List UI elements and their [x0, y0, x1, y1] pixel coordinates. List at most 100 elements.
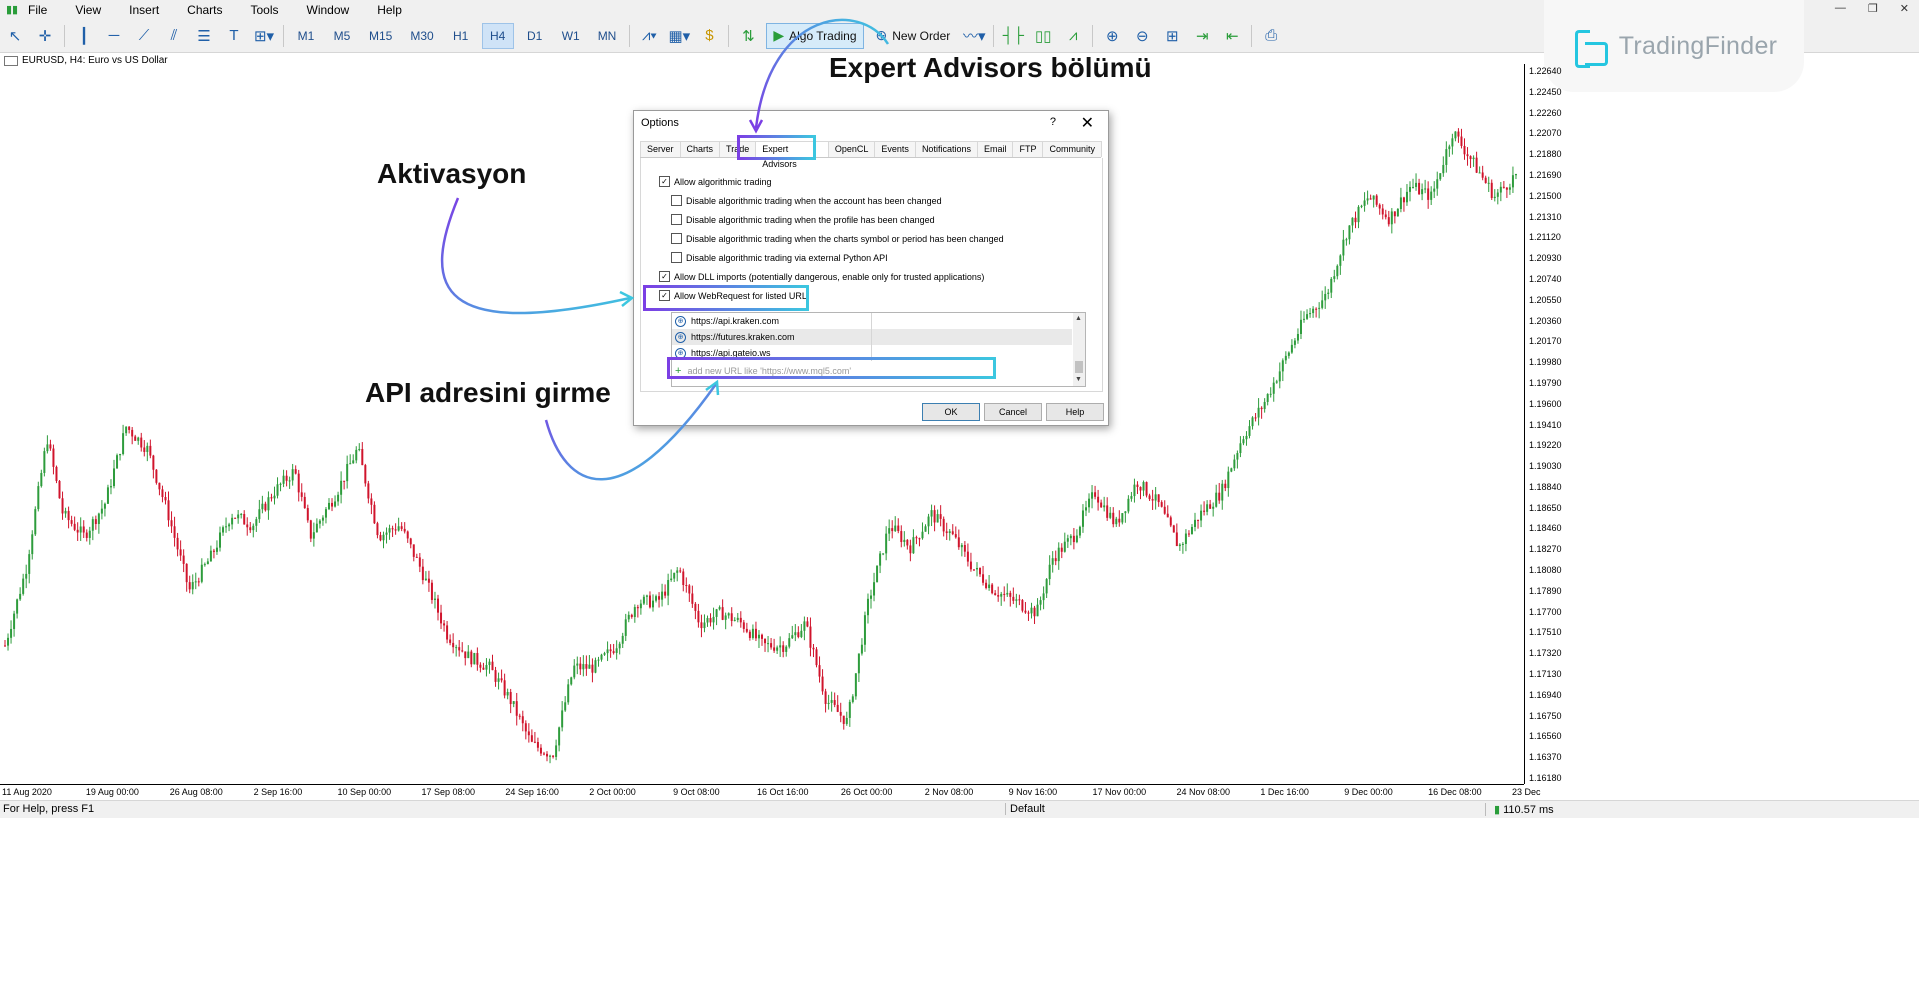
candle-body — [1209, 504, 1212, 509]
cancel-button[interactable]: Cancel — [984, 403, 1042, 421]
candle-body — [64, 510, 67, 514]
url-text: https://api.kraken.com — [691, 316, 780, 326]
checkbox-unchecked[interactable] — [671, 252, 682, 263]
menu-view[interactable]: View — [75, 3, 101, 17]
checkbox-unchecked[interactable] — [671, 214, 682, 225]
tab-opencl[interactable]: OpenCL — [827, 141, 876, 157]
timeframe-h4[interactable]: H4 — [481, 22, 514, 49]
minimize-icon[interactable]: — — [1835, 2, 1846, 15]
candlestick-chart-icon[interactable]: ▯▯ — [1031, 24, 1055, 48]
price-axis[interactable]: 1.22640 1.22450 1.22260 1.22070 1.21880 1.216… — [1524, 64, 1569, 784]
fibonacci-icon[interactable]: ☰ — [192, 24, 216, 48]
menu-file[interactable]: File — [28, 3, 47, 17]
url-list-scrollbar[interactable]: ▲ ▼ — [1073, 313, 1085, 386]
candle-body — [1390, 211, 1393, 225]
menu-help[interactable]: Help — [377, 3, 402, 17]
tab-events[interactable]: Events — [874, 141, 916, 157]
zoom-in-icon[interactable]: ⊕ — [1100, 24, 1124, 48]
timeframe-m1[interactable]: M1 — [291, 24, 321, 48]
templates-icon[interactable]: ▦▾ — [667, 24, 691, 48]
trendline-icon[interactable]: ⟋ — [132, 24, 156, 48]
url-row[interactable]: ⊕ https://futures.kraken.com — [672, 329, 1072, 345]
candle-body — [845, 717, 848, 724]
tab-charts[interactable]: Charts — [679, 141, 721, 157]
option-disable-python-api[interactable]: Disable algorithmic trading via external… — [671, 252, 888, 263]
vertical-line-icon[interactable]: ┃ — [72, 24, 96, 48]
menu-charts[interactable]: Charts — [187, 3, 222, 17]
line-chart-icon[interactable]: ⩘ — [1061, 24, 1085, 48]
candle-body — [1154, 494, 1157, 501]
zoom-out-icon[interactable]: ⊖ — [1130, 24, 1154, 48]
dialog-close-icon[interactable]: ✕ — [1081, 113, 1094, 133]
menu-insert[interactable]: Insert — [129, 3, 159, 17]
candle-body — [191, 582, 194, 590]
option-disable-profile-change[interactable]: Disable algorithmic trading when the pro… — [671, 214, 935, 225]
indicators-icon[interactable]: ⩘▾ — [637, 24, 661, 48]
timeframe-d1[interactable]: D1 — [520, 24, 550, 48]
candle-body — [597, 659, 600, 661]
close-window-icon[interactable]: ✕ — [1900, 2, 1909, 15]
candle-body — [485, 665, 488, 670]
restore-icon[interactable]: ❐ — [1868, 2, 1878, 15]
channel-icon[interactable]: ⫽ — [162, 24, 186, 48]
tab-server[interactable]: Server — [640, 141, 681, 157]
menu-window[interactable]: Window — [307, 3, 350, 17]
shapes-icon[interactable]: ⊞▾ — [252, 24, 276, 48]
dialog-title: Options — [641, 117, 679, 129]
help-button[interactable]: Help — [1046, 403, 1104, 421]
timeframe-m30[interactable]: M30 — [404, 24, 439, 48]
scroll-thumb[interactable] — [1075, 361, 1083, 373]
tile-windows-icon[interactable]: ⊞ — [1160, 24, 1184, 48]
cursor-icon[interactable]: ↖ — [3, 24, 27, 48]
algo-trading-button[interactable]: ▶ Algo Trading — [766, 22, 864, 49]
bar-chart-icon[interactable]: ┤├ — [1001, 24, 1025, 48]
candle-body — [1281, 360, 1284, 372]
option-allow-algo-trading[interactable]: ✓ Allow algorithmic trading — [659, 176, 772, 187]
candle-body — [385, 532, 388, 535]
timeframe-w1[interactable]: W1 — [556, 24, 586, 48]
candle-body — [488, 661, 491, 666]
tab-community[interactable]: Community — [1042, 141, 1102, 157]
text-tool-icon[interactable]: T — [222, 24, 246, 48]
menu-tools[interactable]: Tools — [251, 3, 279, 17]
candle-body — [1514, 174, 1517, 176]
timeframe-mn[interactable]: MN — [592, 24, 623, 48]
time-axis[interactable]: 11 Aug 2020 19 Aug 00:00 26 Aug 08:00 2 Sep… — [0, 784, 1541, 801]
dialog-help-icon[interactable]: ? — [1050, 116, 1056, 128]
crosshair-icon[interactable]: ✛ — [33, 24, 57, 48]
url-row[interactable]: ⊕ https://api.kraken.com — [672, 313, 1072, 329]
dollar-icon[interactable]: $ — [697, 24, 721, 48]
horizontal-line-icon[interactable]: ─ — [102, 24, 126, 48]
candle-body — [860, 644, 863, 654]
candle-body — [261, 503, 264, 510]
signals-icon[interactable]: 〰▾ — [962, 24, 986, 48]
option-disable-symbol-change[interactable]: Disable algorithmic trading when the cha… — [671, 233, 1004, 244]
candle-body — [79, 526, 82, 533]
candle-body — [1000, 593, 1003, 597]
scroll-up-icon[interactable]: ▲ — [1075, 315, 1082, 322]
checkbox-checked[interactable]: ✓ — [659, 176, 670, 187]
one-click-trading-icon[interactable]: ⇅ — [736, 24, 760, 48]
candle-body — [648, 595, 651, 608]
candle-body — [25, 573, 28, 579]
checkbox-unchecked[interactable] — [671, 233, 682, 244]
candle-body — [997, 595, 1000, 597]
tab-ftp[interactable]: FTP — [1012, 141, 1044, 157]
new-order-button[interactable]: ⊕ New Order — [870, 24, 957, 48]
timeframe-h1[interactable]: H1 — [446, 24, 476, 48]
option-allow-dll-imports[interactable]: ✓ Allow DLL imports (potentially dangero… — [659, 271, 984, 282]
tab-email[interactable]: Email — [976, 141, 1014, 157]
screenshot-icon[interactable]: ⎙ — [1259, 24, 1283, 48]
candle-body — [188, 582, 191, 590]
timeframe-m5[interactable]: M5 — [327, 24, 357, 48]
checkbox-checked[interactable]: ✓ — [659, 271, 670, 282]
ok-button[interactable]: OK — [922, 403, 980, 421]
option-disable-account-change[interactable]: Disable algorithmic trading when the acc… — [671, 195, 942, 206]
scroll-chart-icon[interactable]: ⇥ — [1190, 24, 1214, 48]
tab-notifications[interactable]: Notifications — [914, 141, 978, 157]
scroll-down-icon[interactable]: ▼ — [1075, 376, 1082, 383]
chart-shift-icon[interactable]: ⇤ — [1220, 24, 1244, 48]
timeframe-m15[interactable]: M15 — [363, 24, 398, 48]
candle-body — [70, 520, 73, 524]
checkbox-unchecked[interactable] — [671, 195, 682, 206]
